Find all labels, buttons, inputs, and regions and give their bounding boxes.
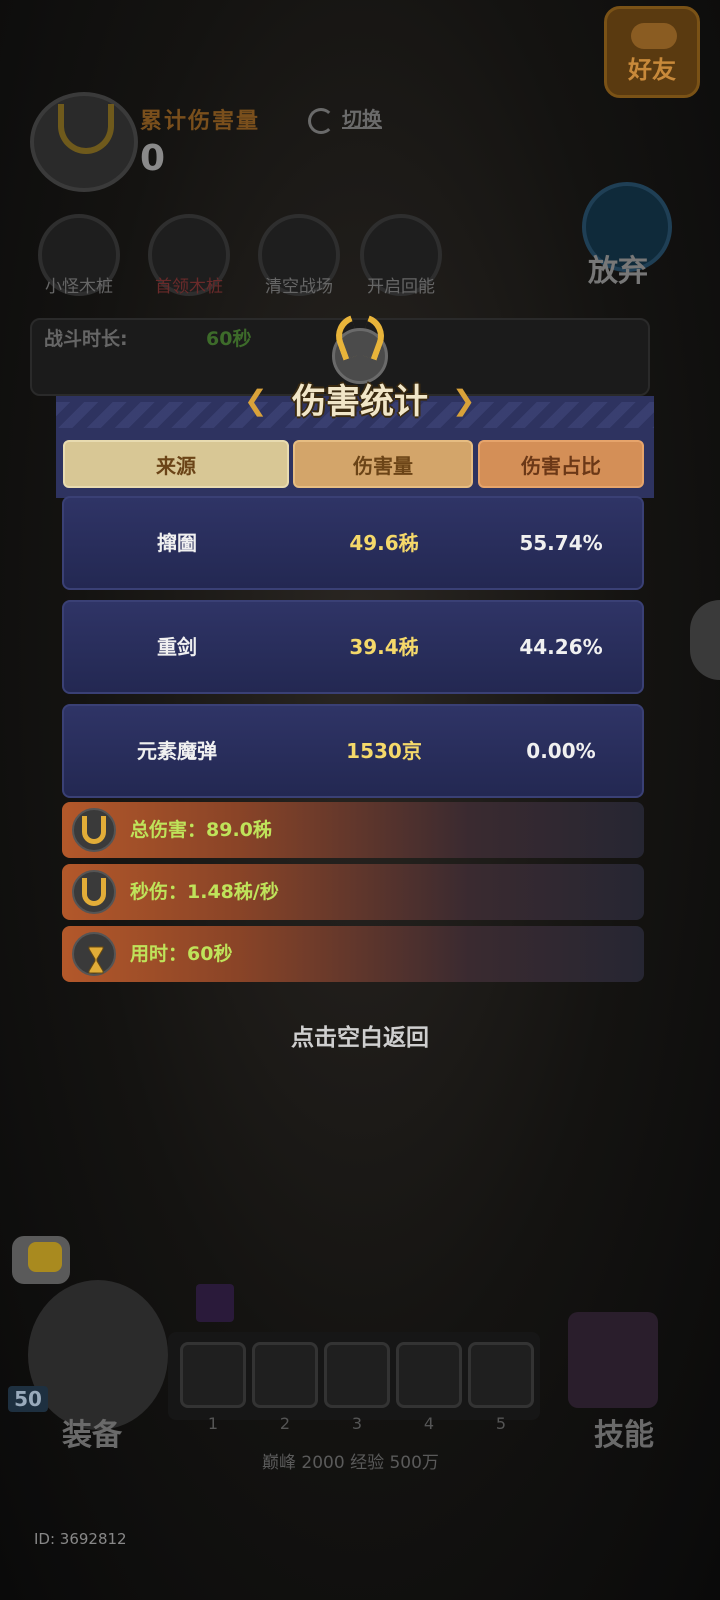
row-damage: 1530京 <box>346 739 422 763</box>
skill-slot-number: 1 <box>207 1414 219 1433</box>
skill-book-icon[interactable] <box>568 1312 658 1408</box>
row-damage: 49.6秭 <box>349 531 419 555</box>
skill-slot-4[interactable] <box>396 1342 462 1408</box>
skill-slot-number: 5 <box>495 1414 507 1433</box>
horned-helmet-icon <box>58 104 114 154</box>
boss-dummy-label: 首领木桩 <box>155 277 223 297</box>
refresh-icon <box>308 107 334 134</box>
skill-slot-2[interactable] <box>252 1342 318 1408</box>
dps-text: 秒伤：1.48秭/秒 <box>130 881 279 903</box>
horned-helmet-icon <box>72 870 116 914</box>
total-damage-text: 总伤害：89.0秭 <box>130 819 272 841</box>
row-share: 0.00% <box>526 739 596 763</box>
skills-button[interactable]: 技能 <box>594 1410 654 1454</box>
time-used-text: 用时：60秒 <box>130 943 233 965</box>
cat-face-icon <box>28 1242 62 1272</box>
column-header-source: 来源 <box>63 440 289 488</box>
energy-regen-label: 开启回能 <box>367 277 435 297</box>
skill-slot-number: 2 <box>279 1414 291 1433</box>
skill-slot-5[interactable] <box>468 1342 534 1408</box>
laurel-left-icon: ❮ <box>244 384 268 417</box>
row-source: 撺圗 <box>157 531 197 555</box>
peak-and-exp-stats: 巅峰 2000 经验 500万 <box>262 1453 439 1473</box>
laurel-right-icon: ❯ <box>452 384 476 417</box>
cumulative-damage-value: 0 <box>140 138 166 179</box>
cloud-icon <box>631 23 677 49</box>
friends-button[interactable]: 好友 <box>604 6 700 98</box>
row-share: 55.74% <box>519 531 603 555</box>
player-id: ID: 3692812 <box>34 1530 127 1548</box>
table-row: 元素魔弹 1530京 0.00% <box>62 704 644 798</box>
buff-icon <box>196 1284 234 1322</box>
equipment-button[interactable]: 装备 <box>62 1410 122 1454</box>
total-damage-summary: 总伤害：89.0秭 <box>62 802 644 858</box>
friends-button-label: 好友 <box>628 56 676 84</box>
table-row: 重剑 39.4秭 44.26% <box>62 600 644 694</box>
row-source: 元素魔弹 <box>137 739 217 763</box>
horned-helmet-icon <box>72 808 116 852</box>
battle-timer-label: 战斗时长: <box>44 328 128 350</box>
column-header-share: 伤害占比 <box>478 440 644 488</box>
table-row: 撺圗 49.6秭 55.74% <box>62 496 644 590</box>
minion-dummy-label: 小怪木桩 <box>45 277 113 297</box>
row-share: 44.26% <box>519 635 603 659</box>
battle-timer-value: 60秒 <box>206 328 252 350</box>
column-header-damage: 伤害量 <box>293 440 473 488</box>
time-used-summary: 用时：60秒 <box>62 926 644 982</box>
row-source: 重剑 <box>157 635 197 659</box>
cumulative-damage-label: 累计伤害量 <box>140 109 261 134</box>
skill-slot-3[interactable] <box>324 1342 390 1408</box>
hourglass-icon <box>72 932 116 976</box>
dps-summary: 秒伤：1.48秭/秒 <box>62 864 644 920</box>
switch-button[interactable]: 切换 <box>308 103 382 134</box>
level-badge: 50 <box>8 1386 48 1412</box>
skill-slot-1[interactable] <box>180 1342 246 1408</box>
skill-slot-number: 4 <box>423 1414 435 1433</box>
switch-button-label: 切换 <box>342 107 382 131</box>
clear-battlefield-label: 清空战场 <box>265 277 333 297</box>
row-damage: 39.4秭 <box>349 635 419 659</box>
tap-blank-to-return-hint[interactable]: 点击空白返回 <box>0 1018 720 1052</box>
popup-title: 伤害统计 <box>292 382 428 422</box>
give-up-label: 放弃 <box>588 254 648 289</box>
boss-avatar <box>30 92 138 192</box>
skill-slot-number: 3 <box>351 1414 363 1433</box>
